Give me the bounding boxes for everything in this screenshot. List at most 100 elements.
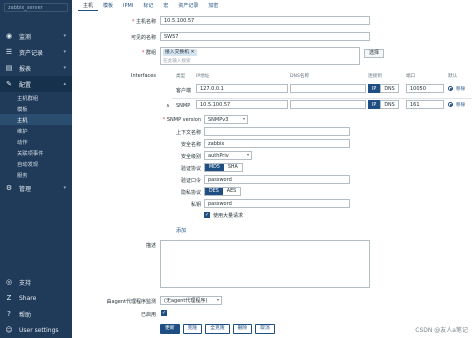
sidebar-item-reports[interactable]: ▤ 报表 ▾ [0,60,72,76]
snmp-version-select[interactable]: SNMPv3 ▾ [204,115,248,124]
snmp-default-radio[interactable] [448,102,453,107]
sidebar-item-share[interactable]: Z Share [0,290,72,306]
col-ip: IP地址 [196,74,210,79]
agent-type: 客户端 [176,88,192,94]
security-name-input[interactable]: zabbix [204,139,350,148]
agent-ip-input[interactable]: 127.0.0.1 [196,84,288,93]
auth-md5[interactable]: MD5 [205,164,224,171]
sidebar-sub-actions[interactable]: 动作 [0,136,72,147]
bulk-checkbox[interactable]: ✓ [204,212,210,218]
host-form: * 主机名称 10.5.100.57 可见的名称 SW57 * 群组 接入交换机… [72,12,474,338]
chevron-up-icon[interactable]: ∧ [166,103,170,109]
sidebar-item-administration[interactable]: ⚙ 管理 ▾ [0,180,72,196]
chevron-down-icon: ▾ [63,33,66,39]
auth-pass-label: 验证口令 [180,178,201,184]
sidebar-item-configuration[interactable]: ✎ 配置 ▴ [0,76,72,92]
col-type: 类型 [176,74,186,79]
context-name-label: 上下文名称 [175,130,201,136]
sidebar-sub-discovery[interactable]: 自动发现 [0,158,72,169]
connect-ip[interactable]: IP [368,100,381,109]
sidebar-item-help[interactable]: ? 帮助 [0,306,72,322]
full-clone-button[interactable]: 全克隆 [205,324,230,334]
connect-dns[interactable]: DNS [380,84,399,93]
agent-remove-link[interactable]: 移除 [456,86,465,92]
tab-bar: 主机 模板 IPMI 标记 宏 资产记录 加密 [78,1,223,11]
agent-default-radio[interactable] [448,86,453,91]
snmp-dns-input[interactable] [290,100,366,109]
tab-tags[interactable]: 标记 [138,1,158,11]
agent-connect-toggle[interactable]: IP DNS [368,84,399,93]
group-chip: 接入交换机 ✕ [163,49,197,56]
connect-ip[interactable]: IP [368,84,381,93]
sidebar-sub-correlation[interactable]: 关联项事件 [0,147,72,158]
group-search-placeholder[interactable]: 在此输入搜索 [163,58,191,64]
select-groups-button[interactable]: 选择 [364,49,384,58]
sidebar-sub-hostgroups[interactable]: 主机群组 [0,92,72,103]
wrench-icon: ✎ [6,80,12,88]
col-dns: DNS名称 [290,74,310,79]
description-textarea[interactable] [160,240,370,288]
cancel-button[interactable]: 取消 [255,324,275,334]
snmp-remove-link[interactable]: 移除 [456,102,465,108]
chart-icon: ▤ [5,64,13,72]
sidebar-sub-services[interactable]: 服务 [0,169,72,180]
visible-name-label: 可见的名称 [130,35,156,41]
update-button[interactable]: 更新 [160,324,180,334]
sidebar-item-user-settings[interactable]: ☺ User settings [0,322,72,338]
tab-inventory[interactable]: 资产记录 [173,1,203,11]
snmp-version-label: * SNMP version [162,117,201,123]
priv-key-input[interactable]: password [204,199,350,208]
sidebar-sub-templates[interactable]: 模板 [0,103,72,114]
chevron-up-icon: ▴ [63,81,66,87]
sidebar-item-support[interactable]: ◎ 支持 [0,274,72,290]
context-name-input[interactable] [204,127,350,136]
priv-protocol-label: 隐私协议 [180,190,201,196]
host-name-input[interactable]: 10.5.100.57 [160,16,370,25]
snmp-ip-input[interactable]: 10.5.100.57 [196,100,288,109]
tab-encryption[interactable]: 加密 [203,1,223,11]
chevron-down-icon: ▾ [63,185,66,191]
security-level-select[interactable]: authPriv ▾ [204,151,252,160]
close-icon[interactable]: ✕ [191,50,195,55]
sidebar-item-label: 帮助 [19,311,32,319]
auth-sha[interactable]: SHA [223,164,242,171]
sidebar-item-monitoring[interactable]: ◉ 监测 ▾ [0,28,72,44]
sidebar-item-inventory[interactable]: ☰ 资产记录 ▾ [0,44,72,60]
priv-aes[interactable]: AES [222,188,241,195]
snmp-connect-toggle[interactable]: IP DNS [368,100,399,109]
delete-button[interactable]: 删除 [232,324,253,334]
tab-macros[interactable]: 宏 [158,1,173,11]
snmp-type: SNMP [176,103,191,109]
chevron-down-icon: ▾ [63,65,66,71]
visible-name-input[interactable]: SW57 [160,32,370,41]
enabled-label: 已启用 [140,312,156,318]
snmp-port-input[interactable]: 161 [406,100,444,109]
auth-protocol-toggle[interactable]: MD5 SHA [204,163,243,172]
agent-dns-input[interactable] [290,84,366,93]
form-actions: 更新 克隆 全克隆 删除 取消 [160,324,275,334]
user-icon: ☺ [5,326,13,334]
tab-templates[interactable]: 模板 [98,1,118,11]
priv-protocol-toggle[interactable]: DES AES [204,187,242,196]
security-name-label: 安全名称 [180,142,201,148]
connect-dns[interactable]: DNS [380,100,399,109]
tab-host[interactable]: 主机 [78,1,99,11]
security-level-label: 安全级别 [180,154,201,160]
sidebar-sub-hosts[interactable]: 主机 [0,114,72,125]
proxy-select[interactable]: (无agent代理程序) ▾ [160,296,222,305]
watermark: CSDN @友人a笔记 [415,327,468,334]
sidebar-sub-maintenance[interactable]: 维护 [0,125,72,136]
groups-label: * 群组 [141,50,156,56]
sidebar-item-label: 监测 [19,33,32,41]
col-port: 端口 [406,74,416,79]
agent-port-input[interactable]: 10050 [406,84,444,93]
sidebar: zabbix_server ◉ 监测 ▾ ☰ 资产记录 ▾ ▤ 报表 ▾ ✎ 配… [0,0,72,338]
auth-pass-input[interactable]: password [204,175,350,184]
divider [172,98,472,99]
chevron-down-icon: ▾ [246,152,249,157]
enabled-checkbox[interactable]: ✓ [161,310,167,316]
priv-des[interactable]: DES [205,188,223,195]
add-interface-link[interactable]: 添加 [176,227,186,234]
clone-button[interactable]: 克隆 [182,324,203,334]
tab-ipmi[interactable]: IPMI [118,1,138,11]
